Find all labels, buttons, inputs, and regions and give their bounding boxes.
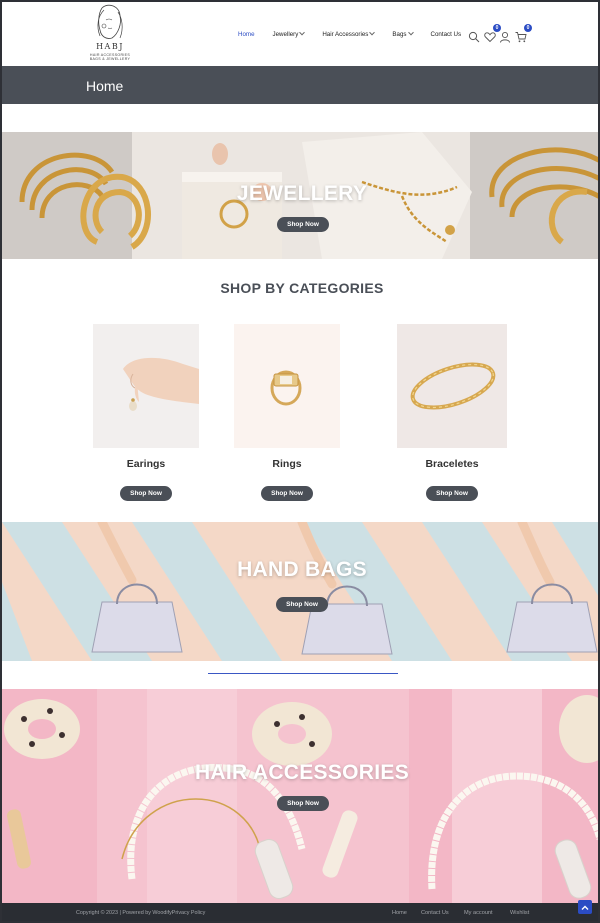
user-icon[interactable] — [499, 28, 511, 43]
chevron-down-icon — [299, 29, 306, 36]
nav-bags[interactable]: Bags — [392, 29, 414, 38]
nav-hair-accessories[interactable]: Hair Accessories — [322, 29, 376, 38]
nav-bags-label: Bags — [392, 30, 407, 38]
hand-bags-banner-image — [2, 522, 598, 661]
nav-contact-us[interactable]: Contact Us — [431, 31, 462, 38]
footer-link-wishlist[interactable]: Wishlist — [510, 910, 529, 916]
category-braceletes-name[interactable]: Braceletes — [397, 458, 507, 470]
nav-contact-label: Contact Us — [430, 30, 462, 38]
footer-link-home[interactable]: Home — [392, 910, 407, 916]
banner-hand-bags[interactable]: HAND BAGS Shop Now — [2, 522, 598, 661]
banner-hand-bags-title: HAND BAGS — [237, 558, 367, 581]
shop-now-earings-button[interactable]: Shop Now — [120, 486, 172, 501]
site-header: HABJ HAIR ACCESSORIES BAGS & JEWELLERY H… — [2, 2, 598, 66]
nav-hair-accessories-label: Hair Accessories — [322, 30, 369, 38]
scroll-to-top-button[interactable] — [578, 900, 592, 914]
chevron-down-icon — [369, 29, 376, 36]
chevron-up-icon — [581, 905, 589, 910]
footer-copyright: Copyright © 2023 | Powered by WoodifyPri… — [76, 910, 206, 916]
main-nav: Home Jewellery Hair Accessories Bags Con… — [238, 28, 479, 40]
cart-icon — [515, 32, 527, 43]
category-earings-image[interactable] — [93, 324, 199, 448]
logo-tagline: HAIR ACCESSORIES BAGS & JEWELLERY — [80, 53, 140, 62]
logo-tagline-line-2: BAGS & JEWELLERY — [89, 57, 131, 62]
banner-jewellery-title: JEWELLERY — [236, 182, 368, 205]
heart-icon — [484, 32, 496, 43]
footer-link-my-account[interactable]: My account — [464, 910, 493, 916]
nav-home-label: Home — [238, 30, 255, 38]
search-icon[interactable] — [468, 28, 480, 43]
nav-home[interactable]: Home — [238, 31, 255, 38]
banner-jewellery[interactable]: JEWELLERY Shop Now — [2, 132, 598, 259]
banner-hair-accessories[interactable]: HAIR ACCESSORIES Shop Now — [2, 689, 598, 903]
site-footer: Copyright © 2023 | Powered by WoodifyPri… — [2, 903, 598, 921]
logo-brand-name: HABJ — [96, 42, 124, 51]
chevron-down-icon — [407, 29, 414, 36]
category-rings-name[interactable]: Rings — [234, 458, 340, 470]
category-braceletes-image[interactable] — [397, 324, 507, 448]
shop-now-braceletes-button[interactable]: Shop Now — [426, 486, 478, 501]
logo-face-icon — [97, 4, 123, 39]
banner-hair-accessories-title: HAIR ACCESSORIES — [194, 761, 410, 784]
cart-button[interactable]: 0 — [515, 24, 532, 43]
nav-jewellery-label: Jewellery — [272, 30, 299, 38]
shop-now-rings-button[interactable]: Shop Now — [261, 486, 313, 501]
footer-link-contact-us[interactable]: Contact Us — [421, 910, 449, 916]
site-logo[interactable]: HABJ HAIR ACCESSORIES BAGS & JEWELLERY — [84, 4, 136, 66]
section-divider — [208, 673, 398, 674]
shop-now-jewellery-button[interactable]: Shop Now — [277, 217, 329, 232]
shop-now-hand-bags-button[interactable]: Shop Now — [276, 597, 328, 612]
page-title: Home — [86, 78, 124, 94]
nav-jewellery[interactable]: Jewellery — [272, 29, 306, 38]
categories-heading: SHOP BY CATEGORIES — [220, 280, 384, 296]
category-earings-name[interactable]: Earings — [93, 458, 199, 470]
shop-now-hair-accessories-button[interactable]: Shop Now — [277, 796, 329, 811]
category-rings-image[interactable] — [234, 324, 340, 448]
cart-count-badge: 0 — [524, 24, 532, 32]
wishlist-button[interactable]: 0 — [484, 24, 501, 43]
page: HABJ HAIR ACCESSORIES BAGS & JEWELLERY H… — [0, 0, 600, 923]
page-title-bar: Home — [2, 66, 598, 104]
